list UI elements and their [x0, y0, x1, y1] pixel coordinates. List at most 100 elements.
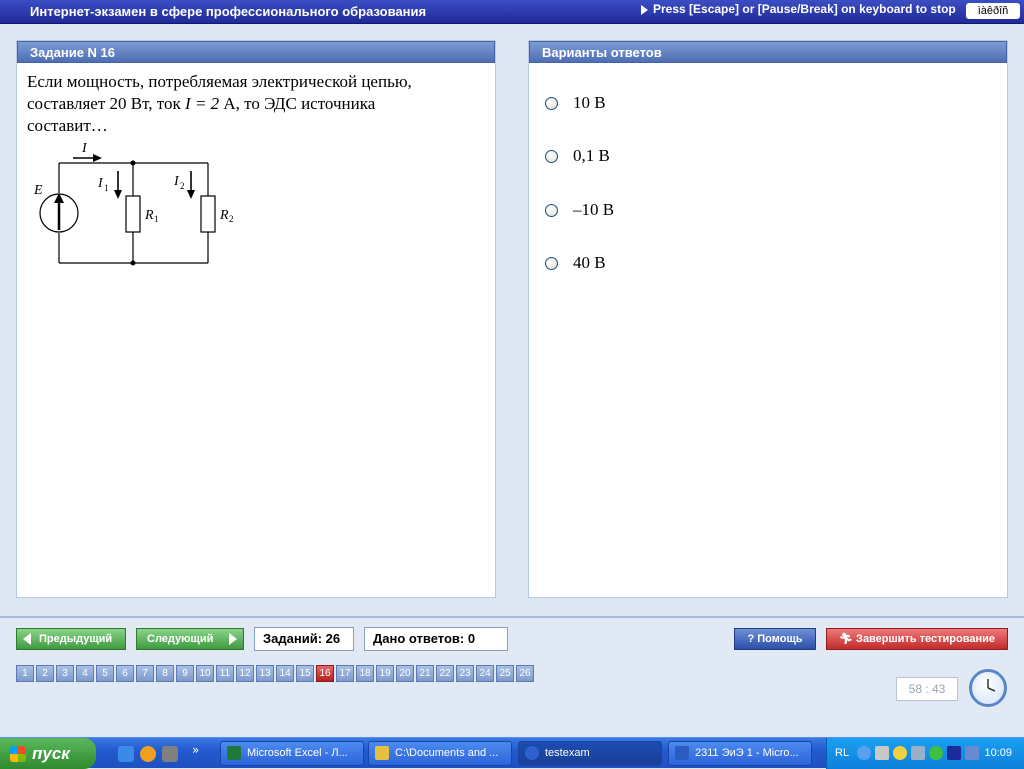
folder-icon: [375, 746, 389, 760]
taskbar-item-label: C:\Documents and ...: [395, 747, 499, 759]
taskbar-item-word[interactable]: 2311 ЭиЭ 1 - Micro...: [668, 741, 812, 766]
page-button-2[interactable]: 2: [36, 665, 54, 682]
resistor-r1-label: R: [144, 208, 154, 223]
taskbar-item-excel[interactable]: Microsoft Excel - Л...: [220, 741, 364, 766]
previous-button[interactable]: Предыдущий: [16, 628, 126, 650]
windows-logo-icon: [10, 746, 26, 762]
question-line-2: составляет 20 Вт, ток I = 2 А, то ЭДС ис…: [27, 93, 487, 115]
resistor-r1-subscript: 1: [154, 214, 159, 224]
taskbar-item-label: 2311 ЭиЭ 1 - Micro...: [695, 747, 799, 759]
page-button-5[interactable]: 5: [96, 665, 114, 682]
network-icon[interactable]: [965, 746, 979, 760]
next-button-label: Следующий: [147, 633, 214, 645]
task-question: Если мощность, потребляемая электрическо…: [27, 71, 487, 137]
start-button[interactable]: пуск: [0, 738, 96, 769]
current-i1-subscript: 1: [104, 183, 109, 193]
quicklaunch-app-icon[interactable]: [162, 746, 178, 762]
finish-test-button[interactable]: 🏃︎ Завершить тестирование: [826, 628, 1008, 650]
question-line-3: составит…: [27, 116, 108, 135]
page-button-4[interactable]: 4: [76, 665, 94, 682]
media-icon[interactable]: [947, 746, 961, 760]
emf-label: E: [33, 183, 43, 198]
start-button-label: пуск: [32, 744, 70, 763]
page-button-8[interactable]: 8: [156, 665, 174, 682]
next-button[interactable]: Следующий: [136, 628, 244, 650]
taskbar-item-explorer[interactable]: C:\Documents and ...: [368, 741, 512, 766]
page-button-1[interactable]: 1: [16, 665, 34, 682]
page-button-25[interactable]: 25: [496, 665, 514, 682]
page-button-21[interactable]: 21: [416, 665, 434, 682]
printer-icon[interactable]: [875, 746, 889, 760]
current-i-label: I: [81, 141, 88, 156]
page-button-26[interactable]: 26: [516, 665, 534, 682]
page-button-18[interactable]: 18: [356, 665, 374, 682]
radio-button[interactable]: [545, 257, 558, 270]
task-header: Задание N 16: [17, 41, 495, 63]
taskbar-item-testexam[interactable]: testexam: [518, 741, 662, 766]
task-panel: Задание N 16 Если мощность, потребляемая…: [16, 40, 496, 598]
page-button-10[interactable]: 10: [196, 665, 214, 682]
answered-count: Дано ответов: 0: [364, 627, 508, 651]
tasks-count: Заданий: 26: [254, 627, 354, 651]
page-button-17[interactable]: 17: [336, 665, 354, 682]
help-button[interactable]: ? Помощь: [734, 628, 816, 650]
page-button-12[interactable]: 12: [236, 665, 254, 682]
page-button-19[interactable]: 19: [376, 665, 394, 682]
help-question-icon: ?: [747, 633, 758, 645]
radio-button[interactable]: [545, 204, 558, 217]
clock-icon: [969, 669, 1007, 707]
question-line-1: Если мощность, потребляемая электрическо…: [27, 72, 412, 91]
question-current-value: I = 2: [184, 94, 220, 113]
escape-hint: Press [Escape] or [Pause/Break] on keybo…: [641, 2, 956, 16]
language-indicator-tray[interactable]: RL: [835, 747, 849, 759]
running-man-icon: 🏃︎: [839, 633, 857, 645]
radio-button[interactable]: [545, 150, 558, 163]
page-button-15[interactable]: 15: [296, 665, 314, 682]
play-icon[interactable]: [911, 746, 925, 760]
page-button-13[interactable]: 13: [256, 665, 274, 682]
sun-icon[interactable]: [893, 746, 907, 760]
app-title-bar: Интернет-экзамен в сфере профессионально…: [0, 0, 1024, 24]
page-button-23[interactable]: 23: [456, 665, 474, 682]
page-button-6[interactable]: 6: [116, 665, 134, 682]
internet-explorer-icon[interactable]: [118, 746, 134, 762]
page-button-3[interactable]: 3: [56, 665, 74, 682]
answer-option-label[interactable]: 0,1 В: [573, 146, 610, 166]
page-button-9[interactable]: 9: [176, 665, 194, 682]
answer-option-label[interactable]: –10 В: [573, 200, 614, 220]
sync-icon[interactable]: [929, 746, 943, 760]
question-line-2-part-b: А, то ЭДС источника: [223, 94, 376, 113]
page-button-14[interactable]: 14: [276, 665, 294, 682]
tray-expand-icon[interactable]: [857, 746, 871, 760]
previous-button-label: Предыдущий: [39, 633, 113, 645]
excel-icon: [227, 746, 241, 760]
page-button-20[interactable]: 20: [396, 665, 414, 682]
resistor-r1-symbol: [125, 195, 141, 233]
circuit-diagram: I E I 1 I 2 R 1 R 2: [33, 141, 234, 266]
page-button-22[interactable]: 22: [436, 665, 454, 682]
taskbar-item-label: testexam: [545, 747, 590, 759]
arrow-right-icon: [229, 633, 237, 645]
resistor-r2-label: R: [219, 208, 229, 223]
media-player-icon[interactable]: [140, 746, 156, 762]
page-button-24[interactable]: 24: [476, 665, 494, 682]
answers-panel: Варианты ответов 10 В 0,1 В –10 В 40 В: [528, 40, 1008, 598]
windows-taskbar: пуск » Microsoft Excel - Л... C:\Documen…: [0, 737, 1024, 769]
escape-hint-text: Press [Escape] or [Pause/Break] on keybo…: [653, 2, 956, 16]
question-line-2-part-a: составляет 20 Вт, ток: [27, 94, 181, 113]
page-button-16[interactable]: 16: [316, 665, 334, 682]
answers-header: Варианты ответов: [529, 41, 1007, 63]
answer-option-label[interactable]: 40 В: [573, 253, 606, 273]
tray-clock: 10:09: [984, 747, 1012, 759]
page-button-7[interactable]: 7: [136, 665, 154, 682]
page-button-11[interactable]: 11: [216, 665, 234, 682]
play-arrow-icon: [641, 4, 648, 15]
radio-button[interactable]: [545, 97, 558, 110]
resistor-r2-subscript: 2: [229, 214, 234, 224]
current-i2-label: I: [173, 174, 180, 189]
testexam-icon: [525, 746, 539, 760]
question-pager: 1 2 3 4 5 6 7 8 9 10 11 12 13 14 15 16 17 18 19 20 21 22 23 24 2…: [16, 665, 534, 682]
quicklaunch-more-icon[interactable]: »: [192, 743, 199, 757]
finish-button-label: Завершить тестирование: [856, 633, 995, 645]
answer-option-label[interactable]: 10 В: [573, 93, 606, 113]
